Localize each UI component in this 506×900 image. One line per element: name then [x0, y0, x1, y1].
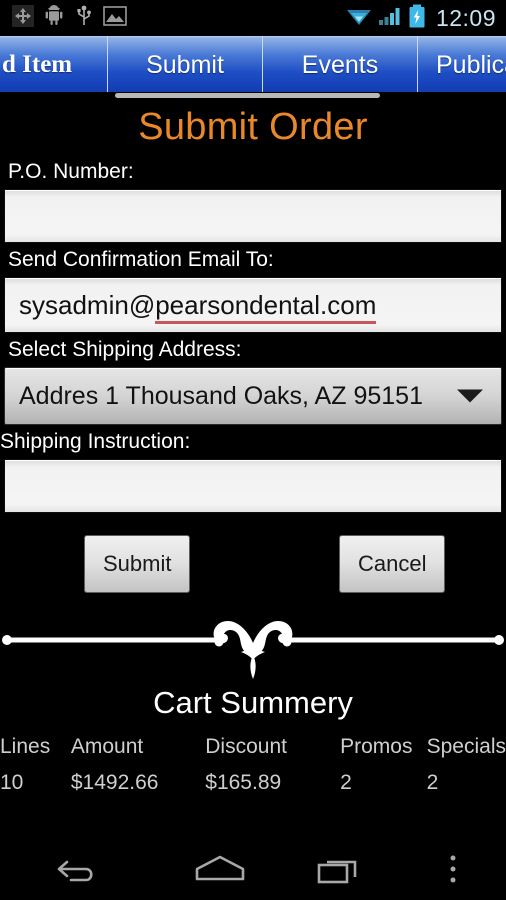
email-value-domain: pearsondental.com — [155, 289, 377, 324]
shipping-instruction-input[interactable] — [4, 459, 502, 513]
overflow-menu-button[interactable] — [400, 842, 506, 900]
recent-apps-icon — [315, 852, 365, 891]
move-tool-icon — [12, 4, 34, 32]
table-row: 10 $1492.66 $165.89 2 2 — [0, 765, 506, 801]
chevron-down-icon — [457, 389, 483, 403]
phone-screen: 12:09 d Item Submit Events Publica Submi… — [0, 0, 506, 900]
tab-publications[interactable]: Publica — [418, 36, 506, 94]
page-title: Submit Order — [138, 106, 368, 148]
column-header-amount: Amount — [70, 735, 144, 758]
form-action-buttons: Submit Cancel — [0, 513, 506, 613]
email-input[interactable]: sysadmin@pearsondental.com — [4, 277, 502, 333]
tab-label: d Item — [2, 51, 73, 78]
tab-submit[interactable]: Submit — [108, 36, 263, 94]
wifi-icon — [346, 5, 372, 32]
submit-button[interactable]: Submit — [84, 535, 191, 593]
status-bar-clock: 12:09 — [435, 4, 496, 31]
column-header-specials: Specials — [426, 735, 506, 758]
back-button[interactable] — [0, 842, 160, 900]
table-header-row: Lines Amount Discount Promos Specials — [0, 733, 506, 765]
cellular-signal-icon — [378, 5, 402, 32]
picture-icon — [103, 5, 127, 31]
cancel-button[interactable]: Cancel — [339, 535, 446, 593]
tab-events[interactable]: Events — [263, 36, 418, 94]
ornamental-divider — [0, 613, 506, 683]
recent-apps-button[interactable] — [280, 842, 400, 900]
email-value-prefix: sysadmin@ — [19, 289, 156, 320]
android-robot-icon — [43, 4, 65, 32]
column-header-promos: Promos — [340, 735, 413, 758]
cart-summary-title: Cart Summery — [153, 685, 353, 720]
shipping-address-selected-value: Addres 1 Thousand Oaks, AZ 95151 — [19, 381, 423, 410]
home-icon — [192, 852, 248, 891]
tab-add-item[interactable]: d Item — [0, 36, 108, 94]
cell-discount: $165.89 — [205, 771, 282, 794]
android-navigation-bar — [0, 842, 506, 900]
cart-summary-table: Lines Amount Discount Promos Specials 10… — [0, 733, 506, 801]
po-number-input[interactable] — [4, 189, 502, 243]
battery-charging-icon — [408, 4, 426, 33]
po-number-label: P.O. Number: — [8, 160, 134, 183]
status-bar: 12:09 — [0, 0, 506, 36]
submit-button-label: Submit — [103, 551, 172, 576]
shipping-address-label: Select Shipping Address: — [8, 338, 242, 361]
cell-amount: $1492.66 — [70, 771, 159, 794]
cell-promos: 2 — [340, 771, 352, 794]
column-header-lines: Lines — [0, 735, 51, 758]
field-shipping-instruction: Shipping Instruction: — [0, 425, 506, 513]
main-content: Submit Order P.O. Number: Send Confirmat… — [0, 98, 506, 801]
home-button[interactable] — [160, 842, 280, 900]
field-shipping-address: Select Shipping Address: Addres 1 Thousa… — [0, 333, 506, 425]
email-value: sysadmin@pearsondental.com — [19, 289, 377, 324]
cancel-button-label: Cancel — [358, 551, 427, 576]
usb-icon — [74, 5, 94, 32]
cell-specials: 2 — [426, 771, 439, 794]
column-header-discount: Discount — [205, 735, 287, 758]
email-label: Send Confirmation Email To: — [8, 248, 274, 271]
tab-label: Publica — [436, 50, 506, 79]
overflow-menu-icon — [446, 853, 460, 890]
back-icon — [56, 852, 104, 891]
tab-bar[interactable]: d Item Submit Events Publica — [0, 36, 506, 94]
cell-lines: 10 — [0, 771, 24, 794]
ornamental-flourish-divider-icon — [2, 621, 504, 679]
shipping-address-dropdown[interactable]: Addres 1 Thousand Oaks, AZ 95151 — [4, 367, 502, 425]
field-confirmation-email: Send Confirmation Email To: sysadmin@pea… — [0, 243, 506, 333]
tab-label: Events — [301, 50, 379, 79]
field-po-number: P.O. Number: — [0, 155, 506, 243]
status-bar-notification-icons — [0, 4, 127, 32]
tab-label: Submit — [146, 50, 224, 79]
shipping-instruction-label: Shipping Instruction: — [0, 430, 191, 453]
status-bar-system-icons: 12:09 — [346, 4, 506, 33]
